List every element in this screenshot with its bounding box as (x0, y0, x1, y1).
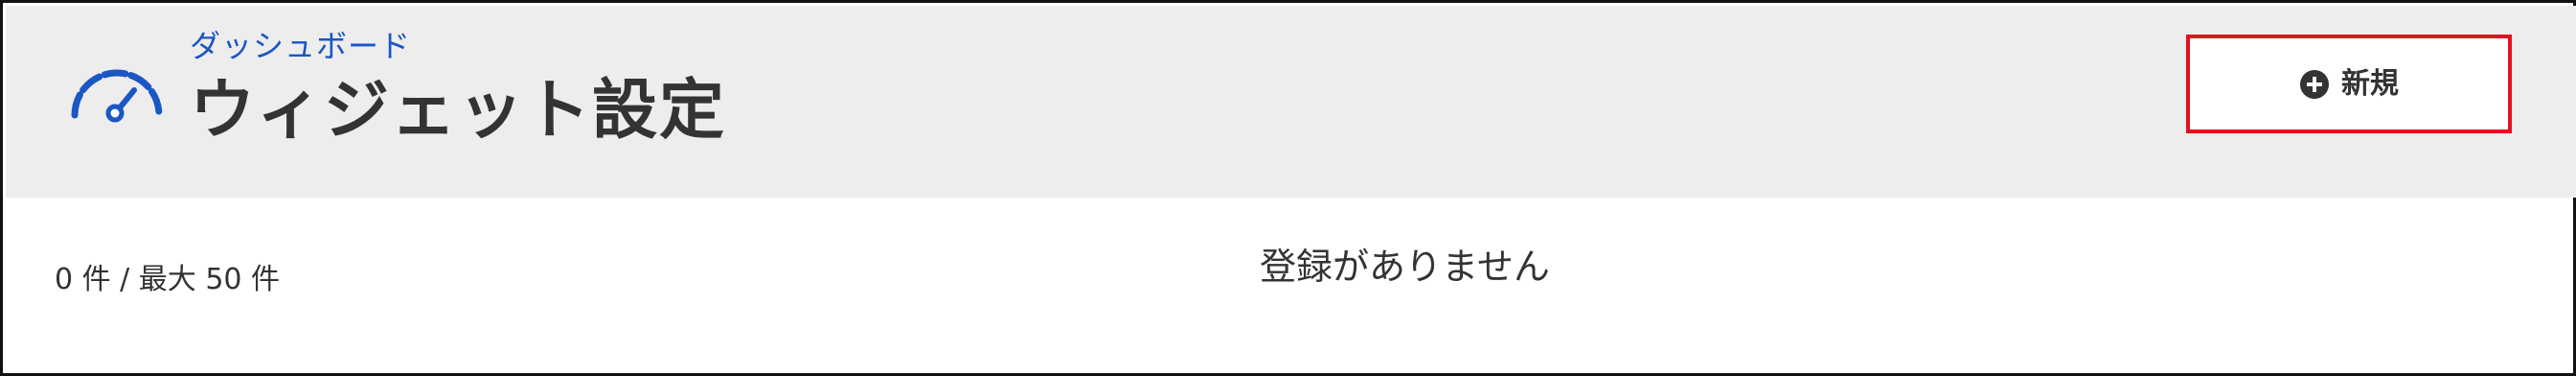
new-button[interactable]: 新規 (2186, 35, 2512, 133)
page-title: ウィジェット設定 (190, 73, 727, 149)
breadcrumb-dashboard-link[interactable]: ダッシュボード (190, 27, 411, 65)
plus-circle-icon (2300, 69, 2329, 99)
dashboard-gauge-icon (71, 69, 163, 123)
page-header: ダッシュボード ウィジェット設定 新規 (6, 6, 2576, 198)
record-count: 0 件 / 最大 50 件 (55, 263, 281, 296)
new-button-label: 新規 (2341, 66, 2399, 101)
empty-message: 登録がありません (1260, 246, 1550, 288)
window-frame: ダッシュボード ウィジェット設定 新規 0 件 / 最大 50 件 登録がありま… (0, 0, 2576, 376)
